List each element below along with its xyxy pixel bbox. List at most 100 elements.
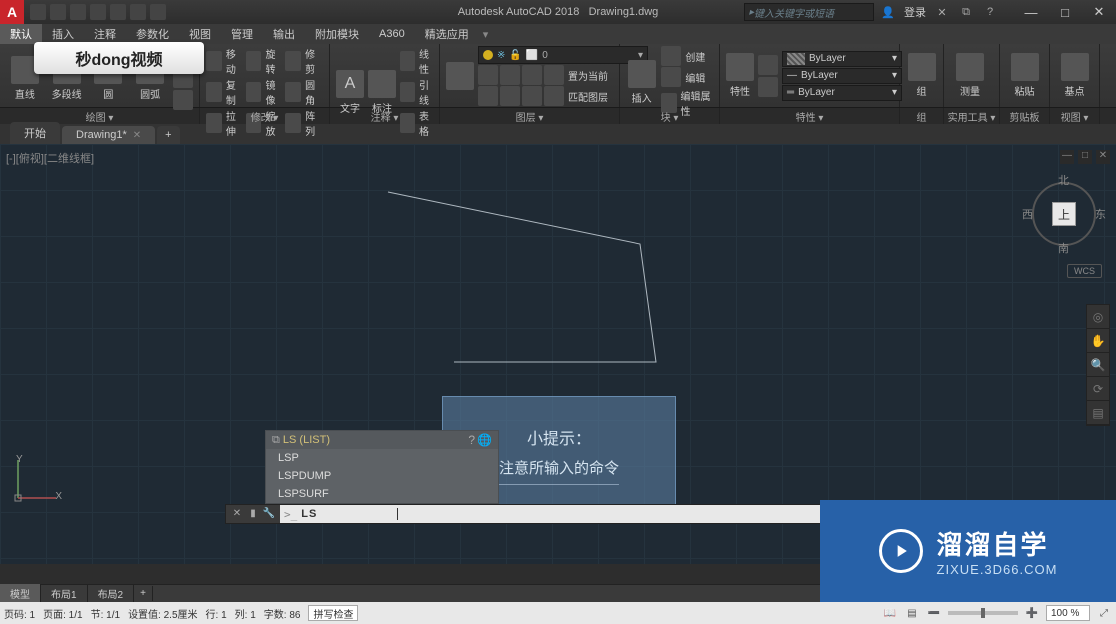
panel-label-props[interactable]: 特性 ▾ [720, 108, 900, 124]
linear-dim-icon[interactable] [400, 51, 415, 71]
doc-tab-start[interactable]: 开始 [10, 122, 60, 144]
help-search-input[interactable]: ▸ 键入关键字或短语 [744, 3, 874, 21]
matchprop-btn[interactable] [758, 55, 778, 75]
tab-default[interactable]: 默认 [0, 24, 42, 44]
tab-output[interactable]: 输出 [263, 24, 305, 44]
ac-globe-icon[interactable]: 🌐 [477, 433, 492, 447]
status-spellcheck[interactable]: 拼写检查 [308, 605, 358, 621]
layout-tab-layout2[interactable]: 布局2 [88, 584, 135, 603]
wcs-badge[interactable]: WCS [1067, 264, 1102, 278]
layerunlock-icon[interactable] [522, 86, 542, 106]
tab-featured[interactable]: 精选应用 [415, 24, 479, 44]
viewcube-south[interactable]: 南 [1058, 240, 1069, 256]
autocomplete-header[interactable]: ⧉ LS (LIST) ?🌐 [266, 431, 498, 449]
autodesk360-icon[interactable]: ⧉ [958, 4, 974, 20]
linetype-dropdown[interactable]: ═ByLayer▾ [782, 85, 902, 101]
signin-label[interactable]: 登录 [904, 4, 926, 20]
layeron-icon[interactable] [478, 86, 498, 106]
panel-label-group[interactable]: 组 [900, 108, 944, 124]
panel-label-annot[interactable]: 注释 ▾ [330, 108, 440, 124]
basepoint-button[interactable]: 基点 [1056, 53, 1093, 99]
sb-zoom-out-icon[interactable]: ➖ [926, 606, 942, 620]
signin-icon[interactable]: 👤 [880, 4, 896, 20]
layout-tab-layout1[interactable]: 布局1 [41, 584, 88, 603]
autocomplete-item[interactable]: LSP [266, 449, 498, 467]
tab-addins[interactable]: 附加模块 [305, 24, 369, 44]
viewcube-top-face[interactable]: 上 [1052, 202, 1076, 226]
zoom-slider[interactable] [948, 611, 1018, 615]
navbar-zoom-icon[interactable]: 🔍 [1087, 353, 1109, 377]
navbar-wheel-icon[interactable]: ◎ [1087, 305, 1109, 329]
insert-block-button[interactable]: 插入 [626, 59, 657, 105]
qat-undo-icon[interactable] [130, 4, 146, 20]
tab-overflow-icon[interactable]: ▾ [483, 28, 489, 41]
panel-label-modify[interactable]: 修改 ▾ [200, 108, 330, 124]
mirror-icon[interactable] [246, 82, 262, 102]
doc-tab-drawing1[interactable]: Drawing1*✕ [62, 126, 155, 144]
sb-book-icon[interactable]: 📖 [882, 606, 898, 620]
vp-min-icon[interactable]: — [1060, 150, 1074, 164]
layeriso-icon[interactable] [478, 65, 498, 85]
qat-open-icon[interactable] [50, 4, 66, 20]
doc-tab-new[interactable]: + [157, 126, 179, 144]
autocomplete-item[interactable]: LSPDUMP [266, 467, 498, 485]
properties-button[interactable]: 特性 [726, 53, 754, 99]
layeroff-icon[interactable] [500, 65, 520, 85]
maximize-button[interactable]: □ [1048, 2, 1082, 22]
layout-tab-add[interactable]: + [134, 586, 153, 601]
zoom-value[interactable]: 100 % [1046, 605, 1090, 621]
qat-plot-icon[interactable] [110, 4, 126, 20]
blockcreate-icon[interactable] [661, 46, 681, 66]
tab-close-icon[interactable]: ✕ [133, 130, 141, 141]
navbar-orbit-icon[interactable]: ⟳ [1087, 377, 1109, 401]
move-icon[interactable] [206, 51, 222, 71]
qat-redo-icon[interactable] [150, 4, 166, 20]
qat-new-icon[interactable] [30, 4, 46, 20]
lineweight-dropdown[interactable]: —ByLayer▾ [782, 68, 902, 84]
help-icon[interactable]: ? [982, 4, 998, 20]
vp-close-icon[interactable]: ✕ [1096, 150, 1110, 164]
ac-help-icon[interactable]: ? [468, 433, 475, 447]
ellipse-icon[interactable] [173, 90, 193, 110]
sb-layout-icon[interactable]: ▤ [904, 606, 920, 620]
sb-zoom-in-icon[interactable]: ➕ [1024, 606, 1040, 620]
color-dropdown[interactable]: ByLayer▾ [782, 51, 902, 67]
viewcube-east[interactable]: 东 [1095, 206, 1106, 222]
layerthw-icon[interactable] [500, 86, 520, 106]
vp-max-icon[interactable]: □ [1078, 150, 1092, 164]
layer-props-button[interactable] [446, 53, 474, 99]
navbar-pan-icon[interactable]: ✋ [1087, 329, 1109, 353]
tab-annotate[interactable]: 注释 [84, 24, 126, 44]
panel-label-util[interactable]: 实用工具 ▾ [944, 108, 1000, 124]
cmd-options-icon[interactable]: 🔧 [262, 507, 276, 521]
tab-view[interactable]: 视图 [179, 24, 221, 44]
paste-button[interactable]: 粘贴 [1006, 53, 1043, 99]
copy-icon[interactable] [206, 82, 222, 102]
proplist-icon[interactable] [758, 77, 778, 97]
tab-manage[interactable]: 管理 [221, 24, 263, 44]
cmd-handle-icon[interactable]: ▮ [246, 507, 260, 521]
viewport-label[interactable]: [-][俯视][二维线框] [6, 150, 94, 166]
sb-expand-icon[interactable]: ⤢ [1096, 606, 1112, 620]
viewcube-west[interactable]: 西 [1022, 206, 1033, 222]
app-logo-icon[interactable]: A [0, 0, 24, 24]
layerfrz-icon[interactable] [522, 65, 542, 85]
layerlock-icon[interactable] [544, 65, 564, 85]
panel-label-block[interactable]: 块 ▾ [620, 108, 720, 124]
blockedit-icon[interactable] [661, 67, 681, 87]
qat-saveas-icon[interactable] [90, 4, 106, 20]
command-line[interactable]: ✕ ▮ 🔧 >_ LS ▴ [225, 504, 844, 524]
viewcube-north[interactable]: 北 [1058, 172, 1069, 188]
cmd-close-icon[interactable]: ✕ [230, 507, 244, 521]
tab-parametric[interactable]: 参数化 [126, 24, 179, 44]
tab-a360[interactable]: A360 [369, 26, 415, 42]
command-input[interactable]: >_ LS [280, 505, 826, 523]
exchange-icon[interactable]: ✕ [934, 4, 950, 20]
trim-icon[interactable] [285, 51, 301, 71]
close-button[interactable]: ✕ [1082, 2, 1116, 22]
rotate-icon[interactable] [246, 51, 262, 71]
navbar-showmotion-icon[interactable]: ▤ [1087, 401, 1109, 425]
qat-save-icon[interactable] [70, 4, 86, 20]
measure-button[interactable]: 测量 [950, 53, 990, 99]
layermatch0-icon[interactable] [544, 86, 564, 106]
